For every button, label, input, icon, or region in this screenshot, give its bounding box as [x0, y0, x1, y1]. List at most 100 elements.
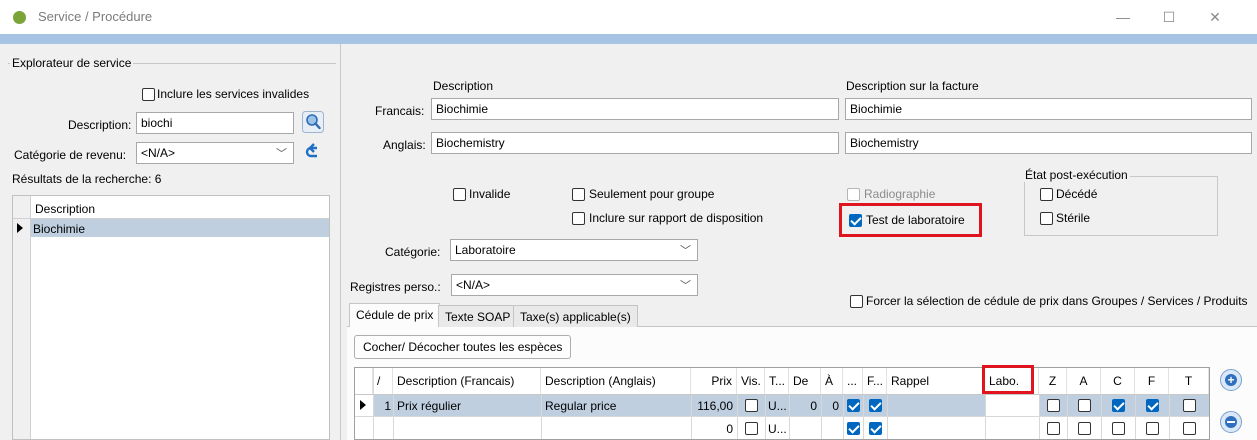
grid-line — [373, 368, 374, 439]
col-header-price[interactable]: Prix — [691, 368, 737, 394]
col-header-desc-fr[interactable]: Description (Francais) — [393, 368, 541, 394]
close-button[interactable]: ✕ — [1192, 4, 1238, 30]
english-label: Anglais: — [383, 138, 426, 152]
col-header-f2[interactable]: F — [1135, 368, 1169, 394]
col-header-from[interactable]: De — [789, 368, 821, 394]
reset-icon[interactable] — [302, 141, 324, 163]
english-invoice-input[interactable]: Biochemistry — [845, 132, 1252, 154]
row1-z-checkbox[interactable] — [1047, 399, 1060, 412]
explorer-legend: Explorateur de service — [10, 56, 134, 70]
row2-price[interactable]: 0 — [691, 422, 733, 436]
row1-f2-checkbox[interactable] — [1146, 399, 1159, 412]
row1-number: 1 — [384, 399, 391, 413]
row1-from[interactable]: 0 — [789, 399, 817, 413]
row2-f2-checkbox[interactable] — [1146, 422, 1159, 435]
header-band — [0, 34, 1257, 44]
col-header-desc-en[interactable]: Description (Anglais) — [541, 368, 691, 394]
english-description-input[interactable]: Biochemistry — [431, 132, 839, 154]
panel-splitter[interactable] — [340, 44, 341, 440]
minimize-button[interactable]: — — [1100, 4, 1146, 30]
row1-type[interactable]: U... — [768, 399, 788, 413]
include-invalid-checkbox[interactable] — [142, 88, 155, 101]
grid-line — [691, 395, 692, 439]
french-invoice-input[interactable]: Biochimie — [845, 98, 1252, 120]
row2-ellipsis-checkbox[interactable] — [847, 422, 860, 435]
col-header-c[interactable]: C — [1101, 368, 1135, 394]
search-icon[interactable] — [302, 111, 324, 133]
grid-line — [863, 395, 864, 439]
registers-select[interactable]: <N/A> ﹀ — [451, 274, 698, 296]
group-only-checkbox[interactable] — [572, 188, 585, 201]
row1-labo-cell[interactable] — [985, 395, 1039, 416]
category-value: Laboratoire — [455, 243, 516, 257]
force-price-checkbox[interactable] — [850, 295, 863, 308]
grid-line — [1169, 395, 1170, 439]
post-state-legend: État post-exécution — [1023, 168, 1130, 182]
row1-f-checkbox[interactable] — [869, 399, 882, 412]
col-header-a[interactable]: A — [1067, 368, 1101, 394]
results-grid[interactable]: Description Biochimie — [12, 195, 330, 440]
sterile-checkbox[interactable] — [1040, 212, 1053, 225]
add-row-icon[interactable] — [1220, 369, 1242, 391]
lab-test-checkbox[interactable] — [849, 214, 862, 227]
row1-desc-en[interactable]: Regular price — [545, 399, 616, 413]
deceased-checkbox[interactable] — [1040, 188, 1053, 201]
description-label: Description: — [68, 118, 132, 132]
row2-z-checkbox[interactable] — [1047, 422, 1060, 435]
row-pointer-icon — [17, 223, 23, 233]
invoice-column-header: Description sur la facture — [846, 79, 979, 93]
row1-c-checkbox[interactable] — [1112, 399, 1125, 412]
col-header-t[interactable]: T — [1169, 368, 1209, 394]
row2-f-checkbox[interactable] — [869, 422, 882, 435]
grid-line — [843, 395, 844, 439]
revenue-category-select[interactable]: <N/A> ﹀ — [136, 142, 294, 164]
group-only-label: Seulement pour groupe — [589, 187, 715, 201]
col-header-to[interactable]: À — [821, 368, 843, 394]
include-report-checkbox[interactable] — [572, 212, 585, 225]
row-pointer-icon — [360, 400, 366, 410]
row1-visible-checkbox[interactable] — [745, 399, 758, 412]
col-header-ellipsis[interactable]: ... — [843, 368, 863, 394]
row1-t-checkbox[interactable] — [1183, 399, 1196, 412]
col-header-number[interactable]: / — [373, 368, 393, 394]
grid-line — [887, 395, 888, 439]
chevron-down-icon: ﹀ — [276, 148, 287, 160]
tab-price-schedule[interactable]: Cédule de prix — [349, 303, 441, 327]
description-column-header: Description — [433, 79, 494, 93]
col-header-visible[interactable]: Vis. — [737, 368, 765, 394]
maximize-button[interactable]: ☐ — [1146, 4, 1192, 30]
radiography-checkbox[interactable] — [847, 188, 860, 201]
row2-visible-checkbox[interactable] — [745, 422, 758, 435]
row2-c-checkbox[interactable] — [1112, 422, 1125, 435]
result-biochimie[interactable]: Biochimie — [33, 222, 85, 236]
row2-t-checkbox[interactable] — [1183, 422, 1196, 435]
row1-price[interactable]: 116,00 — [691, 399, 733, 413]
tab-soap-text[interactable]: Texte SOAP — [438, 305, 518, 327]
category-label: Catégorie: — [385, 245, 441, 259]
row1-desc-fr[interactable]: Prix régulier — [397, 399, 461, 413]
chevron-down-icon: ﹀ — [680, 280, 691, 292]
remove-row-icon[interactable] — [1220, 411, 1242, 433]
grid-line — [393, 395, 394, 439]
row1-a-checkbox[interactable] — [1078, 399, 1091, 412]
row2-type[interactable]: U... — [768, 422, 788, 436]
registers-value: <N/A> — [456, 278, 491, 292]
grid-header-description[interactable]: Description — [35, 202, 95, 216]
col-header-f[interactable]: F... — [863, 368, 887, 394]
french-description-input[interactable]: Biochimie — [431, 98, 839, 120]
category-select[interactable]: Laboratoire ﹀ — [450, 239, 698, 261]
deceased-label: Décédé — [1056, 187, 1098, 201]
row1-to[interactable]: 0 — [821, 399, 839, 413]
col-header-type[interactable]: T... — [765, 368, 789, 394]
toggle-species-button[interactable]: Cocher/ Décocher toutes les espèces — [354, 335, 572, 359]
col-header-reminder[interactable]: Rappel — [887, 368, 985, 394]
price-table[interactable]: / Description (Francais) Description (An… — [354, 367, 1210, 440]
row2-a-checkbox[interactable] — [1078, 422, 1091, 435]
revenue-category-value: <N/A> — [141, 146, 176, 160]
row-divider — [355, 416, 1209, 417]
invalid-checkbox[interactable] — [453, 188, 466, 201]
row1-ellipsis-checkbox[interactable] — [847, 399, 860, 412]
col-header-z[interactable]: Z — [1039, 368, 1067, 394]
description-search-input[interactable]: biochi — [136, 112, 294, 134]
tab-taxes[interactable]: Taxe(s) applicable(s) — [513, 305, 638, 327]
